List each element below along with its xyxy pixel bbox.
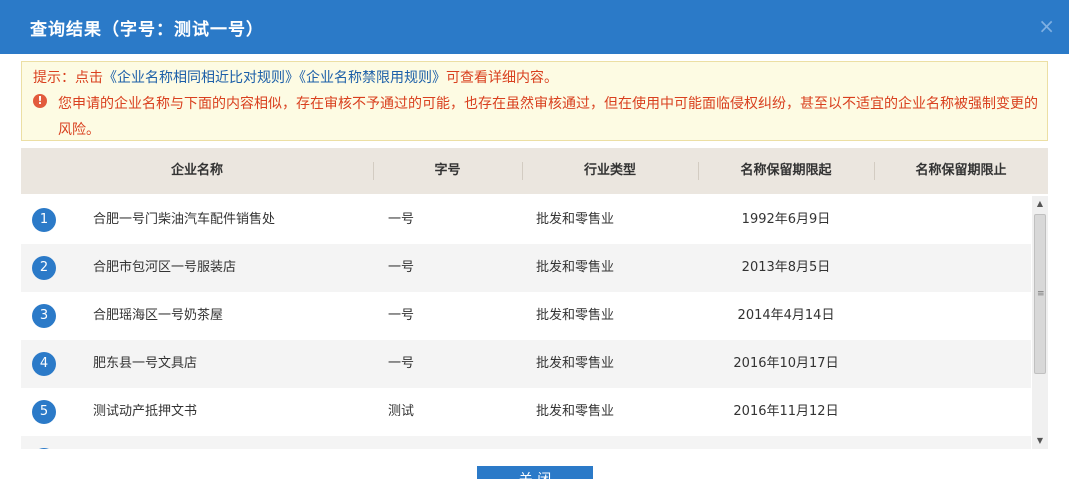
dialog-titlebar: 查询结果（字号：测试一号） × (0, 0, 1069, 54)
table-row[interactable]: 3 合肥瑶海区一号奶茶屋 一号 批发和零售业 2014年4月14日 (21, 292, 1031, 340)
notice-prefix: 提示：点击 (33, 70, 103, 86)
results-list[interactable]: 1 合肥一号门柴油汽车配件销售处 一号 批发和零售业 1992年6月9日 2 合… (21, 196, 1031, 449)
close-button[interactable]: 关 闭 (477, 466, 593, 479)
row-number-badge: 4 (32, 352, 56, 376)
industry: 批发和零售业 (536, 260, 615, 275)
industry: 批发和零售业 (536, 404, 615, 419)
scroll-up-arrow-icon[interactable]: ▲ (1032, 196, 1048, 212)
zihao: 测试 (388, 404, 415, 419)
retention-start: 2014年4月14日 (737, 308, 835, 323)
retention-start: 2013年8月5日 (741, 260, 831, 275)
scrollbar-thumb[interactable]: ≡ (1034, 214, 1046, 374)
column-header-name: 企业名称 (170, 163, 223, 178)
row-number-badge: 3 (32, 304, 56, 328)
company-name: 合肥一号门柴油汽车配件销售处 (93, 212, 276, 227)
company-name: 测试动产抵押文书 (93, 404, 198, 419)
vertical-scrollbar[interactable]: ▲ ≡ ▼ (1032, 196, 1048, 449)
table-row[interactable]: 1 合肥一号门柴油汽车配件销售处 一号 批发和零售业 1992年6月9日 (21, 196, 1031, 244)
company-name: 合肥市包河区一号服装店 (93, 260, 237, 275)
zihao: 一号 (388, 212, 415, 227)
column-header-zihao: 字号 (434, 163, 461, 178)
row-number-badge: 2 (32, 256, 56, 280)
industry: 批发和零售业 (536, 356, 615, 371)
prohibited-name-rules-link[interactable]: 《企业名称禁限用规则》 (299, 70, 446, 86)
row-number-badge: 1 (32, 208, 56, 232)
column-header-start: 名称保留期限起 (740, 163, 832, 178)
dialog-title: 查询结果（字号：测试一号） (30, 20, 264, 40)
retention-start: 1992年6月9日 (741, 212, 831, 227)
industry: 批发和零售业 (536, 212, 615, 227)
table-row[interactable]: 2 合肥市包河区一号服装店 一号 批发和零售业 2013年8月5日 (21, 244, 1031, 292)
retention-start: 2016年11月12日 (733, 404, 839, 419)
industry: 批发和零售业 (536, 308, 615, 323)
retention-start: 2016年10月17日 (733, 356, 839, 371)
table-row[interactable] (21, 436, 1031, 449)
row-number-badge (32, 448, 56, 449)
table-row[interactable]: 4 肥东县一号文具店 一号 批发和零售业 2016年10月17日 (21, 340, 1031, 388)
grip-icon: ≡ (1037, 289, 1045, 299)
zihao: 一号 (388, 260, 415, 275)
notice-box: 提示：点击《企业名称相同相近比对规则》《企业名称禁限用规则》可查看详细内容。 !… (21, 61, 1048, 141)
company-name: 合肥瑶海区一号奶茶屋 (93, 308, 224, 323)
warning-icon: ! (33, 94, 47, 108)
close-icon[interactable]: × (1038, 14, 1055, 38)
scroll-down-arrow-icon[interactable]: ▼ (1032, 433, 1048, 449)
zihao: 一号 (388, 356, 415, 371)
similar-name-rules-link[interactable]: 《企业名称相同相近比对规则》 (103, 70, 299, 86)
notice-suffix: 可查看详细内容。 (446, 70, 558, 86)
notice-warning: 您申请的企业名称与下面的内容相似，存在审核不予通过的可能，也存在虽然审核通过，但… (58, 96, 1038, 138)
notice-hint: 提示：点击《企业名称相同相近比对规则》《企业名称禁限用规则》可查看详细内容。 (33, 67, 558, 87)
table-header: 企业名称 字号 行业类型 名称保留期限起 名称保留期限止 (21, 148, 1048, 194)
column-header-industry: 行业类型 (583, 163, 636, 178)
column-header-end: 名称保留期限止 (915, 163, 1007, 178)
row-number-badge: 5 (32, 400, 56, 424)
company-name: 肥东县一号文具店 (93, 356, 198, 371)
zihao: 一号 (388, 308, 415, 323)
table-row[interactable]: 5 测试动产抵押文书 测试 批发和零售业 2016年11月12日 (21, 388, 1031, 436)
